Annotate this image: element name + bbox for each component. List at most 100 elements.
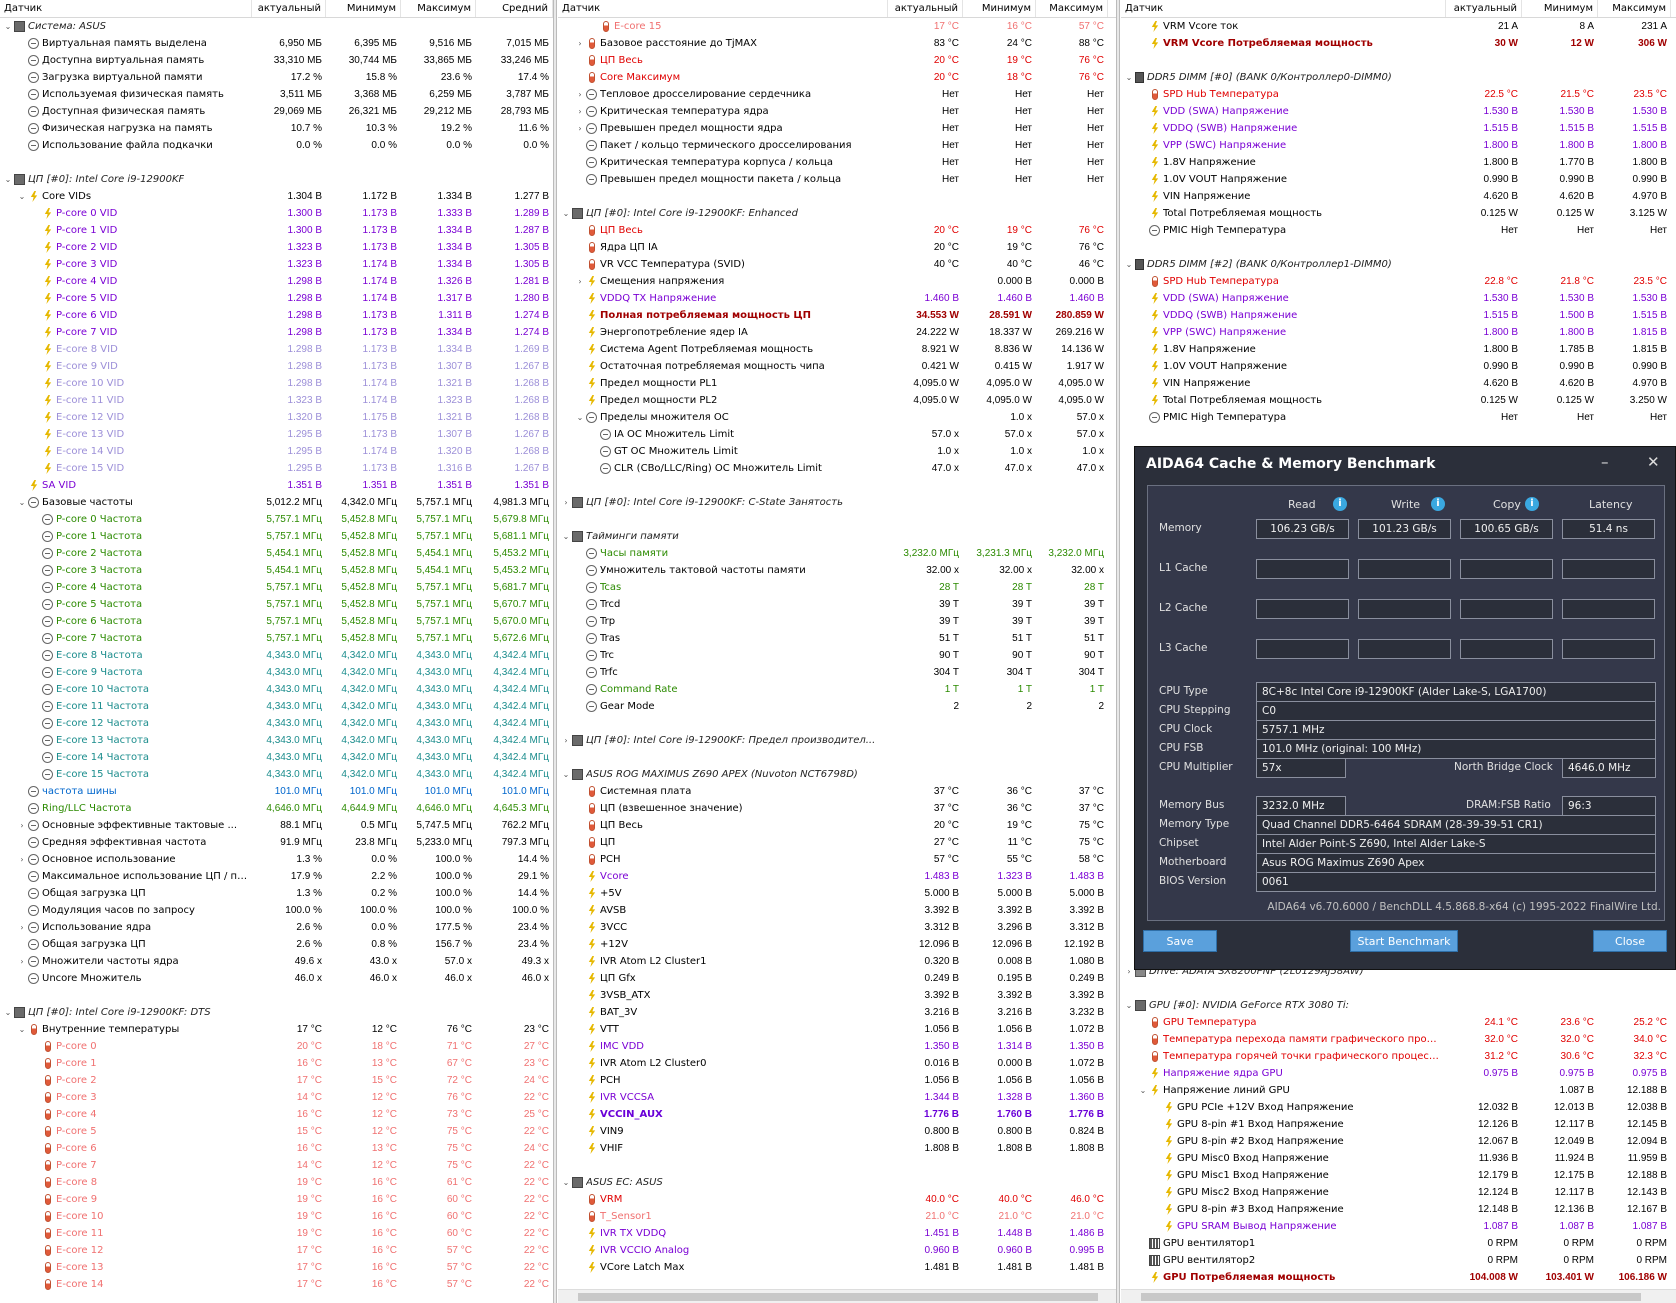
sensor-row[interactable]: E-core 15 17 °C 16 °C 57 °C bbox=[558, 18, 1116, 35]
sensor-row[interactable]: P-core 1 Частота 5,757.1 МГц 5,452.8 МГц 5,… bbox=[0, 528, 553, 545]
sensor-row[interactable]: Температура перехода памяти графического… bbox=[1121, 1031, 1676, 1048]
sensor-row[interactable]: IVR Atom L2 Cluster1 0.320 В 0.008 В 1.080 … bbox=[558, 953, 1116, 970]
sensor-row[interactable]: Используемая физическая память 3,511 МБ 3,… bbox=[0, 86, 553, 103]
sensor-row[interactable]: P-core 7 14 °C 12 °C 75 °C 22 °C bbox=[0, 1157, 553, 1174]
sensor-row[interactable]: IMC VDD 1.350 В 1.314 В 1.350 В bbox=[558, 1038, 1116, 1055]
sensor-row[interactable]: VRM 40.0 °C 40.0 °C 46.0 °C bbox=[558, 1191, 1116, 1208]
sensor-group[interactable]: ⌄ ЦП [#0]: Intel Core i9-12900KF bbox=[0, 171, 553, 188]
sensor-row[interactable]: Доступна виртуальная память 33,310 МБ 30,7… bbox=[0, 52, 553, 69]
sensor-group[interactable]: ⌄ DDR5 DIMM [#2] (BANK 0/Контроллер1-DIMM… bbox=[1121, 256, 1676, 273]
sensor-row[interactable]: Виртуальная память выделена 6,950 МБ 6,395… bbox=[0, 35, 553, 52]
sensor-row[interactable]: E-core 10 VID 1.298 В 1.174 В 1.321 В 1.268 … bbox=[0, 375, 553, 392]
sensor-row[interactable]: ⌄ Core VIDs 1.304 В 1.172 В 1.334 В 1.277 В bbox=[0, 188, 553, 205]
horizontal-scrollbar[interactable] bbox=[558, 1289, 1116, 1303]
sensor-row[interactable]: SPD Hub Температура 22.5 °C 21.5 °C 23.5 °C bbox=[1121, 86, 1676, 103]
column-min[interactable]: Минимум bbox=[1522, 0, 1598, 17]
sensor-row[interactable]: E-core 12 Частота 4,343.0 МГц 4,342.0 МГц 4… bbox=[0, 715, 553, 732]
sensor-row[interactable]: P-core 5 Частота 5,757.1 МГц 5,452.8 МГц 5,… bbox=[0, 596, 553, 613]
sensor-row[interactable]: ⌄ Напряжение линий GPU 1.087 В 12.188 В bbox=[1121, 1082, 1676, 1099]
column-current[interactable]: актуальный bbox=[1446, 0, 1522, 17]
sensor-row[interactable]: VDDQ (SWB) Напряжение 1.515 В 1.500 В 1.515… bbox=[1121, 307, 1676, 324]
sensor-row[interactable]: VDDQ TX Напряжение 1.460 В 1.460 В 1.460 В bbox=[558, 290, 1116, 307]
sensor-row[interactable]: 3VSB_ATX 3.392 В 3.392 В 3.392 В bbox=[558, 987, 1116, 1004]
sensor-row[interactable]: E-core 9 VID 1.298 В 1.173 В 1.307 В 1.267 В bbox=[0, 358, 553, 375]
sensor-row[interactable]: E-core 14 VID 1.295 В 1.174 В 1.320 В 1.268 … bbox=[0, 443, 553, 460]
sensor-row[interactable]: P-core 0 VID 1.300 В 1.173 В 1.333 В 1.289 В bbox=[0, 205, 553, 222]
dialog-titlebar[interactable]: AIDA64 Cache & Memory Benchmark – ✕ bbox=[1135, 447, 1675, 481]
sensor-row[interactable]: P-core 7 Частота 5,757.1 МГц 5,452.8 МГц 5,… bbox=[0, 630, 553, 647]
sensor-row[interactable]: Ядра ЦП IA 20 °C 19 °C 76 °C bbox=[558, 239, 1116, 256]
sensor-row[interactable]: E-core 9 19 °C 16 °C 60 °C 22 °C bbox=[0, 1191, 553, 1208]
sensor-row[interactable]: Температура горячей точки графического п… bbox=[1121, 1048, 1676, 1065]
sensor-row[interactable]: Критическая температура корпуса / кольца… bbox=[558, 154, 1116, 171]
sensor-pane-2[interactable]: Датчик актуальный Минимум Максимум E-cor… bbox=[558, 0, 1116, 1303]
sensor-row[interactable]: VR VCC Температура (SVID) 40 °C 40 °C 46 °C bbox=[558, 256, 1116, 273]
horizontal-scrollbar[interactable] bbox=[1121, 1289, 1676, 1303]
sensor-row[interactable]: GT OC Множитель Limit 1.0 x 1.0 x 1.0 x bbox=[558, 443, 1116, 460]
collapse-toggle-icon[interactable]: › bbox=[16, 817, 28, 834]
sensor-pane-1[interactable]: Датчик актуальный Минимум Максимум Средн… bbox=[0, 0, 553, 1303]
sensor-row[interactable]: +5V 5.000 В 5.000 В 5.000 В bbox=[558, 885, 1116, 902]
info-read-icon[interactable]: i bbox=[1333, 497, 1347, 511]
sensor-row[interactable]: P-core 5 15 °C 12 °C 75 °C 22 °C bbox=[0, 1123, 553, 1140]
sensor-row[interactable]: P-core 1 VID 1.300 В 1.173 В 1.334 В 1.287 В bbox=[0, 222, 553, 239]
sensor-row[interactable]: Энергопотребление ядер IA 24.222 W 18.337 … bbox=[558, 324, 1116, 341]
expand-toggle-icon[interactable]: ⌄ bbox=[560, 528, 572, 545]
sensor-row[interactable]: Gear Mode 2 2 2 bbox=[558, 698, 1116, 715]
sensor-row[interactable]: VPP (SWC) Напряжение 1.800 В 1.800 В 1.800 … bbox=[1121, 137, 1676, 154]
sensor-row[interactable]: Средняя эффективная частота 91.9 МГц 23.8 … bbox=[0, 834, 553, 851]
sensor-row[interactable]: ЦП 27 °C 11 °C 75 °C bbox=[558, 834, 1116, 851]
sensor-row[interactable]: IVR TX VDDQ 1.451 В 1.448 В 1.486 В bbox=[558, 1225, 1116, 1242]
sensor-row[interactable]: 1.8V Напряжение 1.800 В 1.770 В 1.800 В bbox=[1121, 154, 1676, 171]
sensor-row[interactable]: GPU SRAM Вывод Напряжение 1.087 В 1.087 В1… bbox=[1121, 1218, 1676, 1235]
sensor-row[interactable]: › Основные эффективные тактовые ... 88.1 М… bbox=[0, 817, 553, 834]
sensor-group[interactable]: ⌄ ASUS EC: ASUS bbox=[558, 1174, 1116, 1191]
sensor-group[interactable]: › ЦП [#0]: Intel Core i9-12900KF: C-State… bbox=[558, 494, 1116, 511]
sensor-row[interactable]: P-core 1 16 °C 13 °C 67 °C 23 °C bbox=[0, 1055, 553, 1072]
collapse-toggle-icon[interactable]: › bbox=[16, 953, 28, 970]
sensor-row[interactable]: ЦП Весь 20 °C 19 °C 75 °C bbox=[558, 817, 1116, 834]
sensor-row[interactable]: ⌄ Внутренние температуры 17 °C 12 °C 76 °C 23… bbox=[0, 1021, 553, 1038]
expand-toggle-icon[interactable]: ⌄ bbox=[560, 205, 572, 222]
sensor-row[interactable]: E-core 15 VID 1.295 В 1.173 В 1.316 В 1.267 … bbox=[0, 460, 553, 477]
sensor-row[interactable]: P-core 4 VID 1.298 В 1.174 В 1.326 В 1.281 В bbox=[0, 273, 553, 290]
sensor-row[interactable]: VIN Напряжение 4.620 В 4.620 В 4.970 В bbox=[1121, 188, 1676, 205]
sensor-row[interactable]: Tcas 28 T 28 T 28 T bbox=[558, 579, 1116, 596]
sensor-row[interactable]: E-core 15 Частота 4,343.0 МГц 4,342.0 МГц 4… bbox=[0, 766, 553, 783]
scrollbar-thumb[interactable] bbox=[1141, 1293, 1641, 1301]
column-sensor[interactable]: Датчик bbox=[0, 0, 252, 17]
sensor-row[interactable]: Tras 51 T 51 T 51 T bbox=[558, 630, 1116, 647]
sensor-group[interactable]: › ЦП [#0]: Intel Core i9-12900KF: Предел … bbox=[558, 732, 1116, 749]
sensor-row[interactable]: E-core 11 Частота 4,343.0 МГц 4,342.0 МГц 4… bbox=[0, 698, 553, 715]
sensor-row[interactable]: PCH 57 °C 55 °C 58 °C bbox=[558, 851, 1116, 868]
sensor-row[interactable]: VDD (SWA) Напряжение 1.530 В 1.530 В 1.530 … bbox=[1121, 290, 1676, 307]
sensor-row[interactable]: CLR (CBo/LLC/Ring) OC Множитель Limit 47.… bbox=[558, 460, 1116, 477]
sensor-row[interactable]: P-core 3 VID 1.323 В 1.174 В 1.334 В 1.305 В bbox=[0, 256, 553, 273]
column-sensor[interactable]: Датчик bbox=[558, 0, 888, 17]
collapse-toggle-icon[interactable]: › bbox=[16, 919, 28, 936]
sensor-row[interactable]: Физическая нагрузка на память 10.7 % 10.3 … bbox=[0, 120, 553, 137]
sensor-row[interactable]: Модуляция часов по запросу 100.0 % 100.0 %… bbox=[0, 902, 553, 919]
sensor-row[interactable]: P-core 4 16 °C 12 °C 73 °C 25 °C bbox=[0, 1106, 553, 1123]
sensor-row[interactable]: Uncore Множитель 46.0 x 46.0 x 46.0 x 46.0 x bbox=[0, 970, 553, 987]
sensor-group[interactable]: ⌄ Тайминги памяти bbox=[558, 528, 1116, 545]
sensor-row[interactable]: Общая загрузка ЦП 2.6 % 0.8 % 156.7 % 23.4 % bbox=[0, 936, 553, 953]
sensor-row[interactable]: Остаточная потребляемая мощность чипа 0.4… bbox=[558, 358, 1116, 375]
expand-toggle-icon[interactable]: ⌄ bbox=[1123, 69, 1135, 86]
sensor-row[interactable]: P-core 6 Частота 5,757.1 МГц 5,452.8 МГц 5,… bbox=[0, 613, 553, 630]
sensor-row[interactable]: Часы памяти 3,232.0 МГц 3,231.3 МГц 3,232.0… bbox=[558, 545, 1116, 562]
sensor-row[interactable]: Полная потребляемая мощность ЦП 34.553 W2… bbox=[558, 307, 1116, 324]
sensor-row[interactable]: 1.0V VOUT Напряжение 0.990 В 0.990 В 0.990 … bbox=[1121, 358, 1676, 375]
pane-splitter[interactable] bbox=[553, 0, 557, 1303]
sensor-row[interactable]: AVSB 3.392 В 3.392 В 3.392 В bbox=[558, 902, 1116, 919]
sensor-row[interactable]: E-core 12 VID 1.320 В 1.175 В 1.321 В 1.268 … bbox=[0, 409, 553, 426]
expand-toggle-icon[interactable]: ⌄ bbox=[2, 1004, 14, 1021]
expand-toggle-icon[interactable]: ⌄ bbox=[560, 766, 572, 783]
sensor-group[interactable]: ⌄ Система: ASUS bbox=[0, 18, 553, 35]
sensor-row[interactable]: GPU 8-pin #1 Вход Напряжение 12.126 В 12.1… bbox=[1121, 1116, 1676, 1133]
sensor-row[interactable]: +12V 12.096 В 12.096 В 12.192 В bbox=[558, 936, 1116, 953]
sensor-row[interactable]: VTT 1.056 В 1.056 В 1.072 В bbox=[558, 1021, 1116, 1038]
expand-toggle-icon[interactable]: ⌄ bbox=[2, 171, 14, 188]
sensor-row[interactable]: › Критическая температура ядра Нет Нет Нет bbox=[558, 103, 1116, 120]
sensor-row[interactable]: E-core 14 17 °C 16 °C 57 °C 22 °C bbox=[0, 1276, 553, 1293]
